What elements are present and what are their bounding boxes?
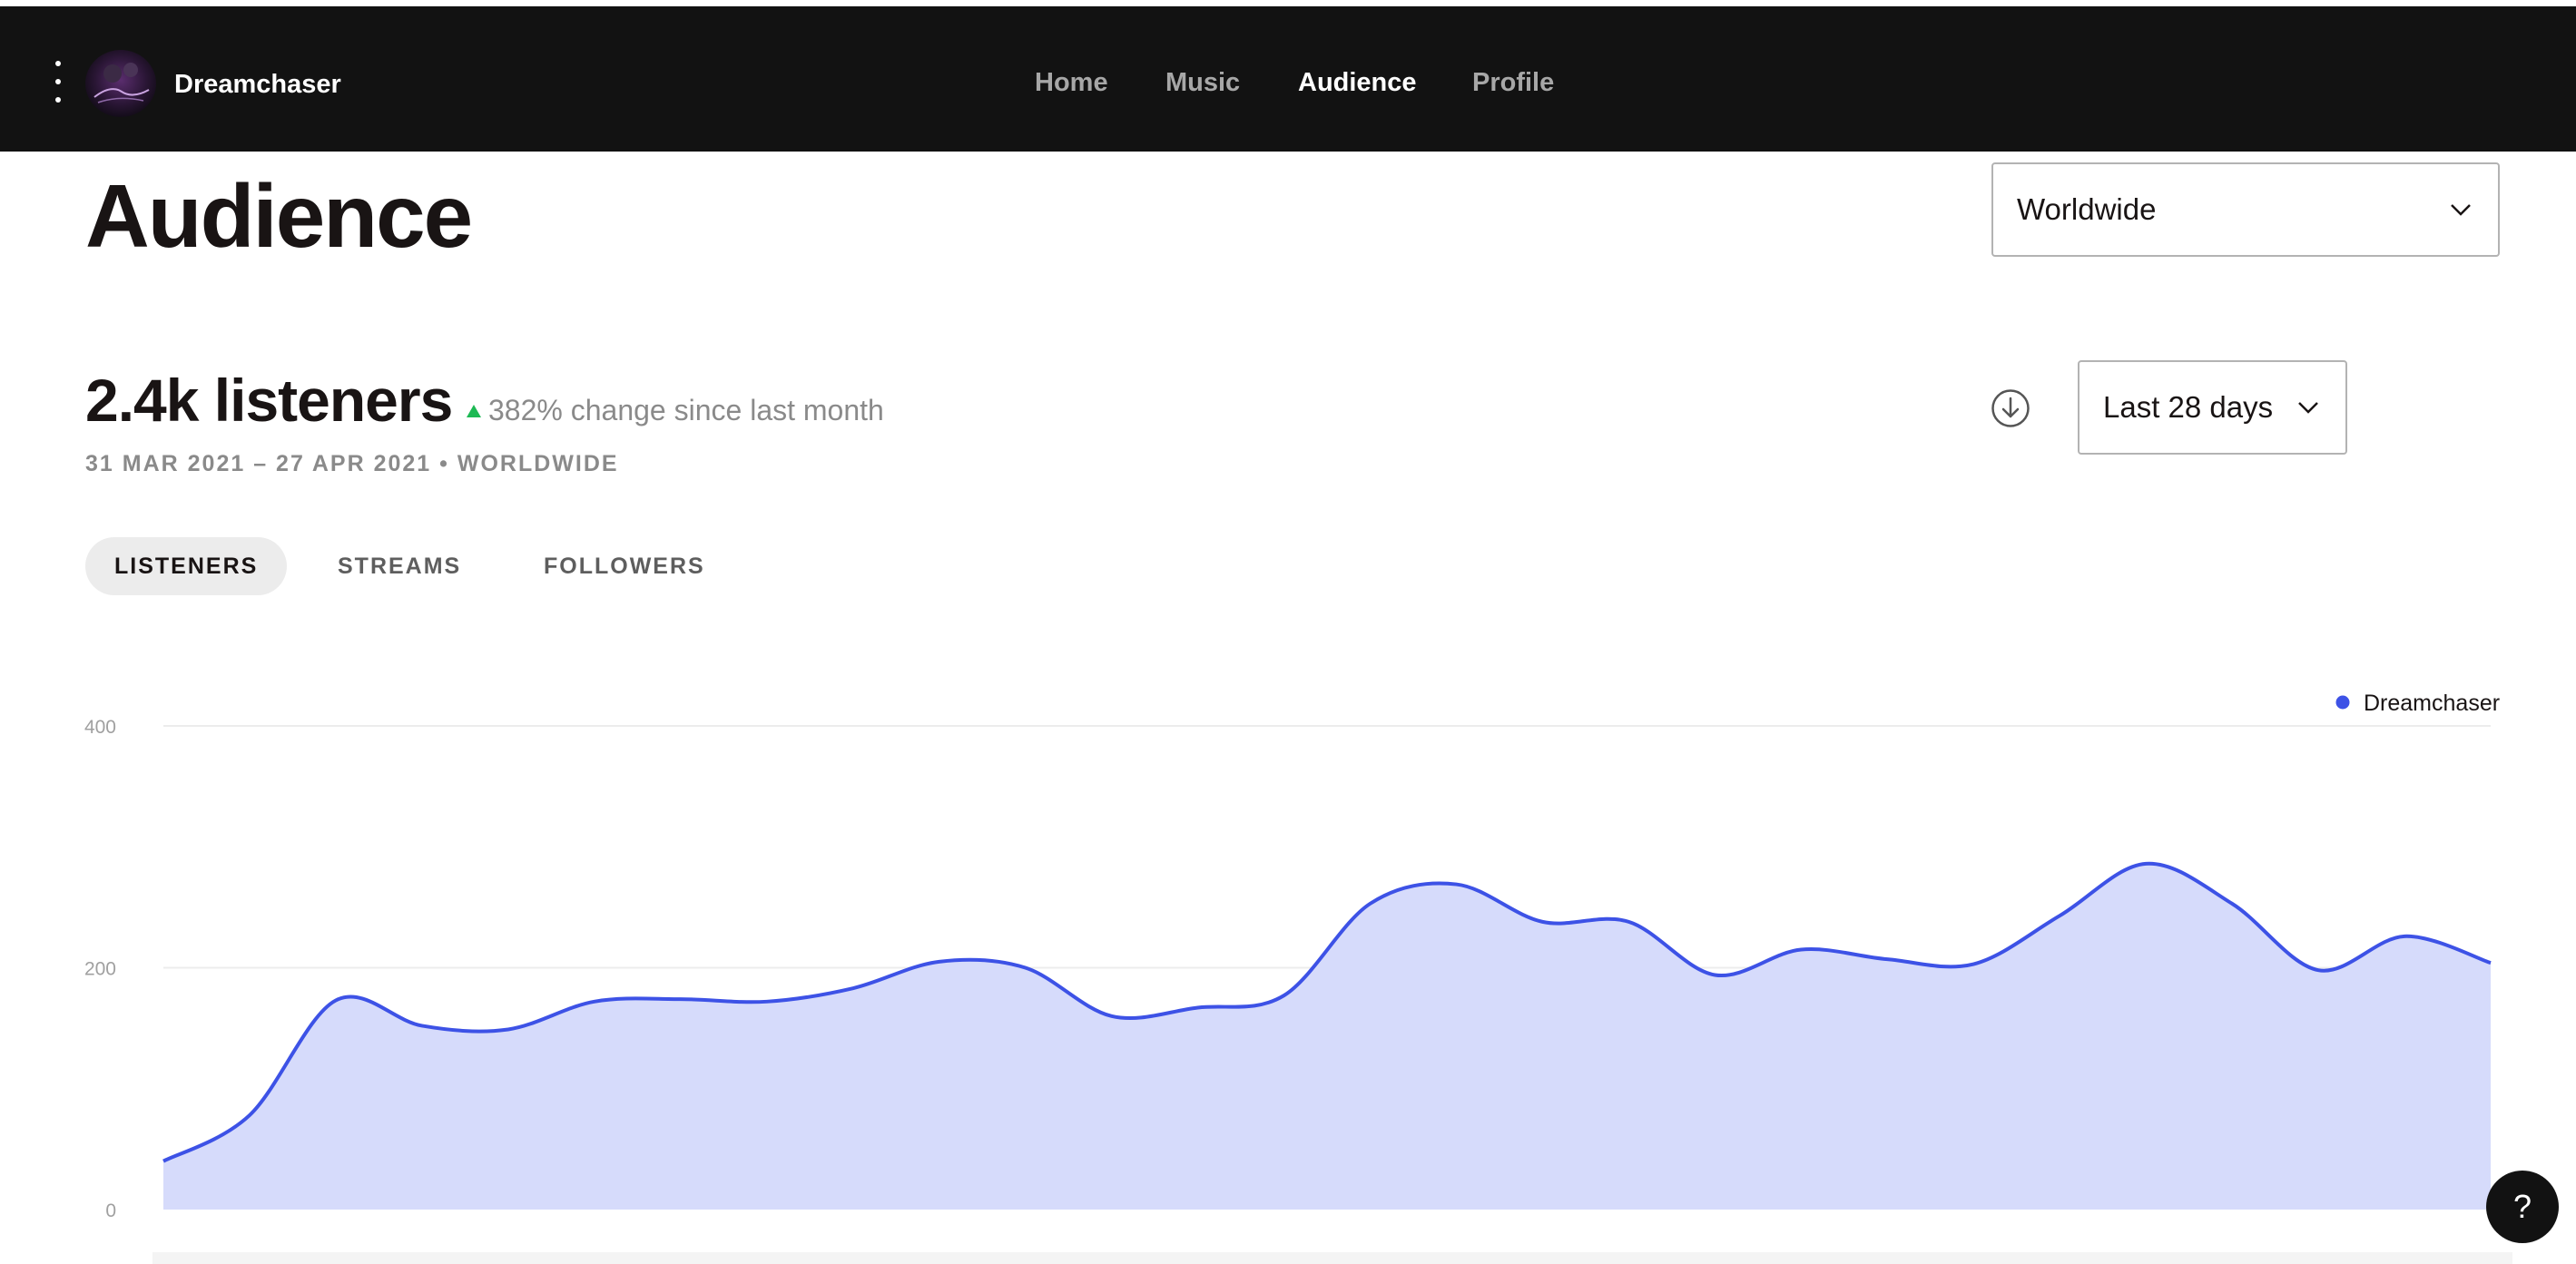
- top-strip: [0, 0, 2576, 6]
- nav-music[interactable]: Music: [1165, 64, 1240, 101]
- change-text: 382% change since last month: [488, 394, 884, 426]
- nav-profile[interactable]: Profile: [1472, 64, 1554, 101]
- artist-avatar[interactable]: [85, 50, 156, 117]
- y-tick-label: 200: [84, 959, 116, 980]
- tab-followers[interactable]: FOLLOWERS: [544, 537, 705, 595]
- legend-label: Dreamchaser: [2364, 691, 2500, 716]
- x-axis-band: [152, 1252, 2512, 1264]
- avatar-image: [85, 50, 156, 117]
- chevron-down-icon: [2298, 402, 2318, 414]
- period-select[interactable]: Last 28 days: [2078, 360, 2347, 455]
- y-tick-label: 400: [84, 717, 116, 738]
- nav-audience[interactable]: Audience: [1298, 64, 1417, 101]
- nav-home[interactable]: Home: [1035, 64, 1108, 101]
- artist-name[interactable]: Dreamchaser: [174, 66, 341, 103]
- series-area: [163, 863, 2491, 1210]
- change-indicator: 382% change since last month: [467, 392, 884, 428]
- download-icon: [1991, 389, 2030, 427]
- period-select-value: Last 28 days: [2103, 390, 2274, 424]
- download-button[interactable]: [1991, 388, 2030, 428]
- top-navbar: Dreamchaser Home Music Audience Profile: [0, 6, 2576, 152]
- legend-swatch: [2335, 695, 2350, 710]
- tab-streams[interactable]: STREAMS: [338, 537, 461, 595]
- more-menu-icon[interactable]: [49, 61, 67, 103]
- listeners-total: 2.4k listeners: [85, 367, 453, 434]
- region-select-value: Worldwide: [2017, 192, 2157, 226]
- help-button[interactable]: ?: [2486, 1171, 2559, 1243]
- page-title: Audience: [85, 166, 473, 266]
- date-range: 31 MAR 2021 – 27 APR 2021 • WORLDWIDE: [85, 451, 619, 476]
- tab-listeners[interactable]: LISTENERS: [85, 537, 288, 595]
- y-tick-label: 0: [105, 1200, 116, 1221]
- region-select[interactable]: Worldwide: [1991, 162, 2500, 257]
- listeners-chart: 0 200 400 Dreamchaser: [84, 691, 2512, 1264]
- trend-up-icon: [467, 405, 481, 417]
- chevron-down-icon: [2451, 204, 2471, 216]
